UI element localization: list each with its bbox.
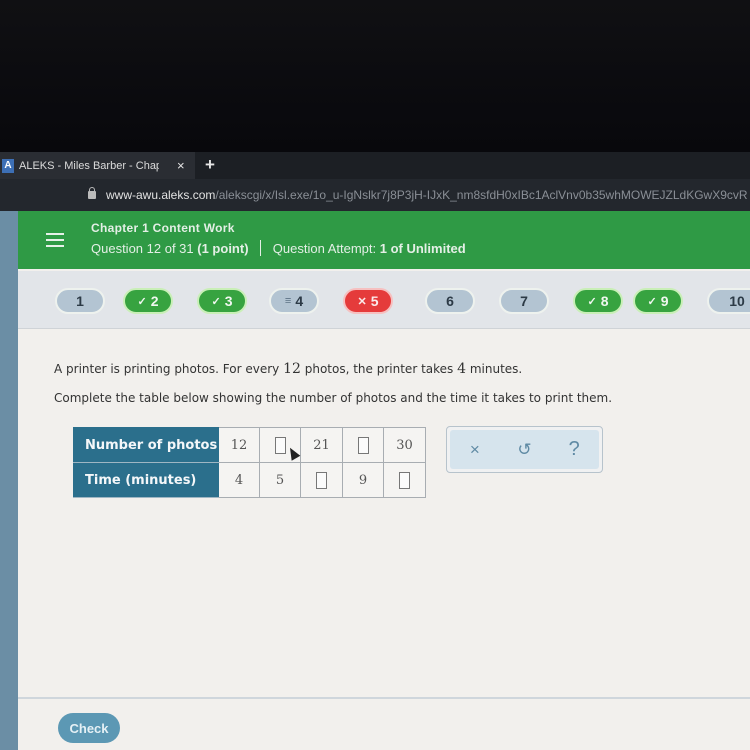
input-time-5[interactable] <box>383 462 426 498</box>
answer-toolbox: × ↺ ? <box>446 426 603 473</box>
attempt-value: 1 of Unlimited <box>379 241 466 256</box>
input-time-3[interactable] <box>300 462 343 498</box>
question-number: 6 <box>446 293 454 309</box>
attempt-label: Question Attempt: <box>272 241 377 256</box>
tab-title: ALEKS - Miles Barber - Chapter 1 <box>19 159 159 172</box>
check-icon: ✓ <box>647 295 657 308</box>
check-button[interactable]: Check <box>58 713 120 743</box>
question-progress: Question 12 of 31 <box>91 241 194 256</box>
help-icon[interactable]: ? <box>559 438 589 461</box>
problem-sentence-1: A printer is printing photos. For every … <box>54 361 523 377</box>
x-icon: ✕ <box>357 295 367 308</box>
chapter-title: Chapter 1 Content Work <box>91 221 235 235</box>
address-bar: www-awu.aleks.com /alekscgi/x/Isl.exe/1o… <box>0 179 750 211</box>
aleks-content: Chapter 1 Content Work Question 12 of 31… <box>18 211 750 750</box>
question-number: 8 <box>600 293 609 309</box>
page: Chapter 1 Content Work Question 12 of 31… <box>0 211 750 750</box>
new-tab-icon[interactable]: + <box>205 155 215 175</box>
question-number: 9 <box>660 293 669 309</box>
problem-statement: A printer is printing photos. For every … <box>54 361 612 419</box>
divider <box>260 240 262 256</box>
question-nav-button-3[interactable]: ✓ 3 <box>197 288 247 314</box>
row-header-photos: Number of photos <box>73 427 219 463</box>
menu-icon[interactable] <box>46 233 64 251</box>
question-info: Question 12 of 31 (1 point) Question Att… <box>91 240 466 256</box>
question-nav-button-10[interactable]: 10 <box>707 288 750 314</box>
problem-sentence-2: Complete the table below showing the num… <box>54 391 613 405</box>
url-field[interactable]: www-awu.aleks.com /alekscgi/x/Isl.exe/1o… <box>80 183 750 207</box>
check-icon: ✓ <box>587 295 597 308</box>
question-nav-button-6[interactable]: 6 <box>425 288 475 314</box>
cell-photos-5: 30 <box>383 427 426 463</box>
close-tab-icon[interactable]: × <box>177 158 185 173</box>
cell-time-2: 5 <box>259 462 301 498</box>
check-icon: ✓ <box>211 295 221 308</box>
cell-time-4: 9 <box>342 462 384 498</box>
answer-blank[interactable] <box>274 436 286 454</box>
cell-time-1: 4 <box>218 462 260 498</box>
question-nav-button-7[interactable]: 7 <box>499 288 549 314</box>
cell-photos-3: 21 <box>300 427 343 463</box>
question-nav-button-2[interactable]: ✓ 2 <box>123 288 173 314</box>
question-nav-button-1[interactable]: 1 <box>55 288 105 314</box>
dark-bezel <box>0 0 750 152</box>
input-photos-4[interactable] <box>342 427 384 463</box>
question-points: (1 point) <box>197 241 249 256</box>
footer-divider <box>18 697 750 699</box>
question-nav-button-9[interactable]: ✓ 9 <box>633 288 683 314</box>
lock-icon <box>88 187 96 199</box>
aleks-favicon-icon: A <box>2 158 14 173</box>
question-header: Chapter 1 Content Work Question 12 of 31… <box>18 211 750 269</box>
question-nav-button-5[interactable]: ✕ 5 <box>343 288 393 314</box>
question-number: 2 <box>150 293 159 309</box>
question-nav-button-8[interactable]: ✓ 8 <box>573 288 623 314</box>
question-nav-button-4[interactable]: ≡ 4 <box>269 288 319 314</box>
question-number: 3 <box>224 293 233 309</box>
cell-photos-1: 12 <box>218 427 260 463</box>
partial-icon: ≡ <box>284 295 292 307</box>
answer-blank[interactable] <box>316 471 327 489</box>
table-row-time: Time (minutes) 4 5 9 <box>73 462 426 498</box>
question-number: 7 <box>520 293 528 309</box>
answer-blank[interactable] <box>357 436 369 454</box>
browser-tab[interactable]: A ALEKS - Miles Barber - Chapter 1 × <box>0 152 195 179</box>
question-number: 5 <box>370 293 379 309</box>
url-host: www-awu.aleks.com <box>106 188 216 202</box>
check-icon: ✓ <box>137 295 147 308</box>
question-number: 10 <box>729 293 745 309</box>
url-path: /alekscgi/x/Isl.exe/1o_u-IgNslkr7j8P3jH-… <box>215 188 748 202</box>
browser-tab-bar: A ALEKS - Miles Barber - Chapter 1 × + <box>0 152 750 179</box>
answer-blank[interactable] <box>399 471 410 489</box>
ratio-table: Number of photos 12 21 30 Time (minutes)… <box>73 427 426 498</box>
question-number: 4 <box>295 293 304 309</box>
question-navigation: 1 ✓ 2 ✓ 3 ≡ 4 ✕ 5 6 7 ✓ 8 ✓ 9 10 <box>18 271 750 329</box>
question-number: 1 <box>76 293 84 309</box>
row-header-time: Time (minutes) <box>73 462 219 498</box>
table-row-photos: Number of photos 12 21 30 <box>73 427 426 463</box>
clear-icon[interactable]: × <box>460 440 490 460</box>
undo-icon[interactable]: ↺ <box>509 440 539 460</box>
